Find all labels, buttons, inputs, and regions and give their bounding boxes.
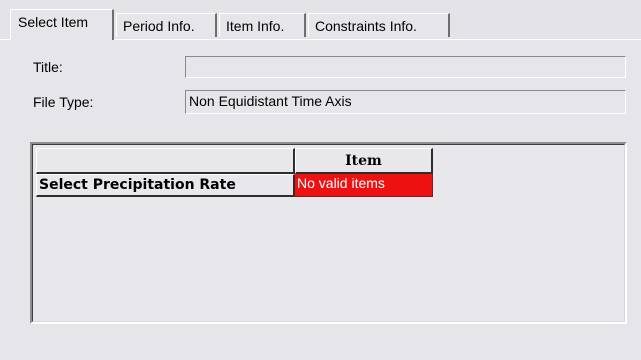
tab-period-info[interactable]: Period Info. [116, 13, 217, 37]
tab-strip: Select Item Period Info. Item Info. Cons… [0, 0, 641, 40]
row-header-precipitation-rate[interactable]: Select Precipitation Rate [36, 174, 295, 197]
file-type-label: File Type: [33, 94, 94, 110]
title-field [185, 56, 626, 78]
grid-corner-header [36, 148, 295, 174]
file-type-field: Non Equidistant Time Axis [185, 90, 626, 114]
item-cell-precipitation-rate[interactable]: No valid items [295, 174, 433, 197]
item-grid-body: Item Select Precipitation Rate No valid … [32, 144, 625, 322]
tab-constraints-info[interactable]: Constraints Info. [308, 13, 450, 37]
tab-select-item[interactable]: Select Item [10, 9, 114, 40]
title-label: Title: [33, 59, 63, 75]
tab-item-info[interactable]: Item Info. [219, 13, 306, 37]
item-grid[interactable]: Item Select Precipitation Rate No valid … [30, 142, 627, 324]
column-header-item[interactable]: Item [295, 148, 433, 174]
